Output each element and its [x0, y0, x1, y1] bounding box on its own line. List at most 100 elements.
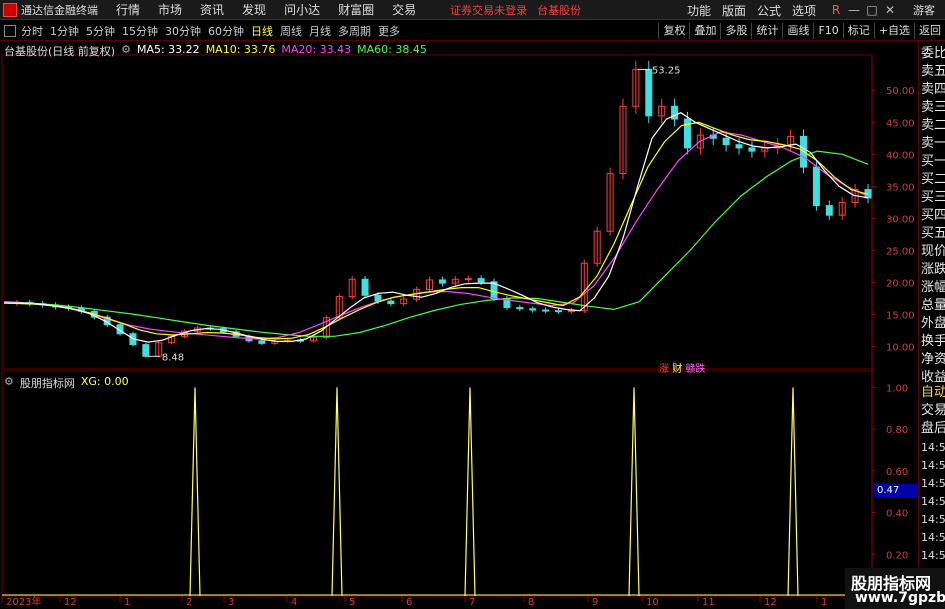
sub-legend: ⚙ 股朋指标网 XG: 0.00: [4, 375, 129, 391]
side-panel: 委比 卖五 卖四 卖三 卖二 卖一 买一 买二 买三 买四 买五 现价 涨跌 涨幅 总量 外盘 换手 净资 收益 自动…: [918, 41, 945, 609]
period-multi[interactable]: 多周期: [338, 23, 371, 39]
low-annotation: 8.48: [162, 352, 184, 363]
period-15min[interactable]: 15分钟: [122, 23, 158, 39]
y-tick-label: 15.00: [886, 311, 915, 322]
event-badges[interactable]: 涨 财 赣跌: [659, 360, 705, 375]
period-5min[interactable]: 5分钟: [86, 23, 115, 39]
side-item-14: 总量: [921, 298, 945, 313]
x-tick-label: 7: [469, 597, 475, 608]
badge-dian[interactable]: 赣跌: [685, 364, 705, 375]
candle-body: [825, 205, 833, 216]
side-bottom-item-0[interactable]: 自动: [921, 384, 945, 402]
period-60min[interactable]: 60分钟: [208, 23, 244, 39]
menu-zixun[interactable]: 资讯: [200, 1, 224, 18]
huaxian-button[interactable]: 画线: [782, 23, 813, 39]
menu-hangqing[interactable]: 行情: [116, 1, 140, 18]
side-item-1: 卖五: [921, 64, 945, 79]
period-monthly[interactable]: 月线: [309, 23, 331, 39]
menu-faxian[interactable]: 发现: [242, 1, 266, 18]
side-time-3: 14:56: [921, 495, 945, 508]
sub-y-tick-label: 0.40: [886, 509, 908, 520]
side-time-2: 14:56: [921, 477, 945, 490]
side-item-16: 换手: [921, 334, 945, 349]
biaoji-button[interactable]: 标记: [842, 23, 874, 39]
side-bottom-item-1: 交易: [921, 403, 945, 418]
close-icon[interactable]: ✕: [881, 3, 899, 17]
fuquan-button[interactable]: 复权: [658, 23, 689, 39]
sub-y-tick-label: 0.20: [886, 550, 908, 561]
app-logo-icon: [3, 2, 17, 17]
y-tick-label: 25.00: [886, 246, 915, 257]
menu-wenxiaoda[interactable]: 问小达: [284, 1, 320, 18]
sub-frame: [1, 370, 873, 597]
menu-xuanxiang[interactable]: 选项: [792, 2, 816, 19]
diejia-button[interactable]: 叠加: [689, 23, 720, 39]
period-more[interactable]: 更多: [378, 23, 400, 39]
sub-settings-icon[interactable]: ⚙: [4, 375, 14, 391]
side-item-9: 买四: [921, 208, 945, 223]
period-fenshi[interactable]: 分时: [21, 23, 43, 39]
r-icon[interactable]: R: [827, 3, 845, 17]
side-bottom-item-2: 盘后: [921, 421, 945, 436]
kline-chart[interactable]: 50.00 45.00 40.00 35.00 30.00 25.00 20.00 15.00…: [0, 41, 918, 609]
y-tick-label: 45.00: [886, 118, 915, 129]
menu-shichang[interactable]: 市场: [158, 1, 182, 18]
x-tick-label: 10: [646, 597, 659, 608]
xg-spike: [189, 387, 201, 597]
badge-cai[interactable]: 财: [672, 364, 682, 375]
candle-body: [735, 144, 743, 149]
watermark: 股朋指标网 www.7gpzb.com: [845, 568, 945, 609]
menu-banmian[interactable]: 版面: [722, 2, 746, 19]
period-daily[interactable]: 日线: [251, 23, 273, 39]
top-stock-name: 台基股份: [537, 3, 582, 17]
candle-body: [258, 340, 266, 344]
tongji-button[interactable]: 统计: [751, 23, 782, 39]
x-tick-label: 5: [349, 597, 355, 608]
candle-body: [542, 309, 550, 312]
candle-body: [645, 68, 653, 117]
side-item-12: 涨跌: [921, 262, 945, 277]
x-tick-label: 9: [592, 597, 598, 608]
side-item-4: 卖二: [921, 118, 945, 133]
add-watchlist-button[interactable]: +自选: [873, 23, 914, 39]
minimize-icon[interactable]: —: [845, 3, 863, 17]
login-warning[interactable]: 证券交易未登录: [450, 2, 527, 18]
side-time-4: 14:56: [921, 513, 945, 526]
x-tick-label: 2: [186, 597, 192, 608]
candle-body: [671, 105, 679, 120]
period-1min[interactable]: 1分钟: [50, 23, 79, 39]
settings-icon[interactable]: ⚙: [121, 43, 131, 59]
f10-button[interactable]: F10: [813, 23, 842, 39]
side-time-6: 14:56: [921, 549, 945, 562]
period-30min[interactable]: 30分钟: [165, 23, 201, 39]
side-time-0: 14:56: [921, 441, 945, 454]
y-tick-label: 30.00: [886, 214, 915, 225]
candle-body: [567, 310, 575, 313]
candle-body: [464, 278, 472, 281]
ma10-label: MA10: 33.76: [205, 43, 276, 56]
xg-spike: [787, 387, 799, 597]
side-item-17: 净资: [921, 352, 945, 367]
badge-zhang[interactable]: 涨: [659, 364, 669, 375]
menu-jiaoyi[interactable]: 交易: [392, 1, 416, 18]
guest-label[interactable]: 游客: [913, 2, 935, 18]
candle-body: [477, 278, 485, 283]
grid-icon[interactable]: [4, 24, 16, 37]
back-button[interactable]: 返回: [914, 23, 945, 39]
watermark-line2: www.7gpzb.com: [855, 590, 945, 606]
x-tick-label: 3: [228, 597, 234, 608]
duogu-button[interactable]: 多股: [720, 23, 751, 39]
menu-gongshi[interactable]: 公式: [757, 2, 781, 19]
sub-y-tick-label: 0.80: [886, 425, 908, 436]
main-legend-title: 台基股份(日线 前复权): [4, 45, 116, 58]
menu-caifuquan[interactable]: 财富圈: [338, 1, 374, 18]
maximize-icon[interactable]: □: [863, 3, 881, 17]
menu-gongneng[interactable]: 功能: [687, 2, 711, 19]
period-weekly[interactable]: 周线: [280, 23, 302, 39]
candle-body: [529, 308, 537, 311]
sub-y-tick-label: 0.60: [886, 467, 908, 478]
x-tick-label: 12: [764, 597, 777, 608]
y-tick-label: 20.00: [886, 278, 915, 289]
y-tick-label: 35.00: [886, 182, 915, 193]
x-tick-label: 2023年: [6, 595, 41, 608]
